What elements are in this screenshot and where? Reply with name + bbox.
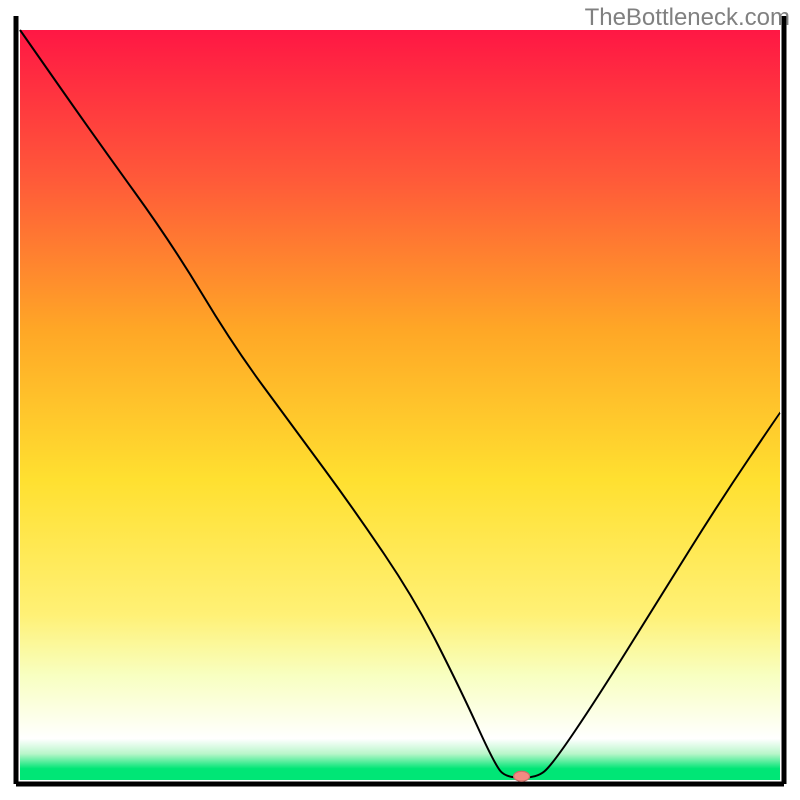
sweet-spot-marker: [514, 771, 530, 781]
watermark-text: TheBottleneck.com: [585, 4, 790, 32]
plot-background: [20, 30, 780, 780]
chart-container: TheBottleneck.com: [0, 0, 800, 800]
bottleneck-chart: [0, 0, 800, 800]
